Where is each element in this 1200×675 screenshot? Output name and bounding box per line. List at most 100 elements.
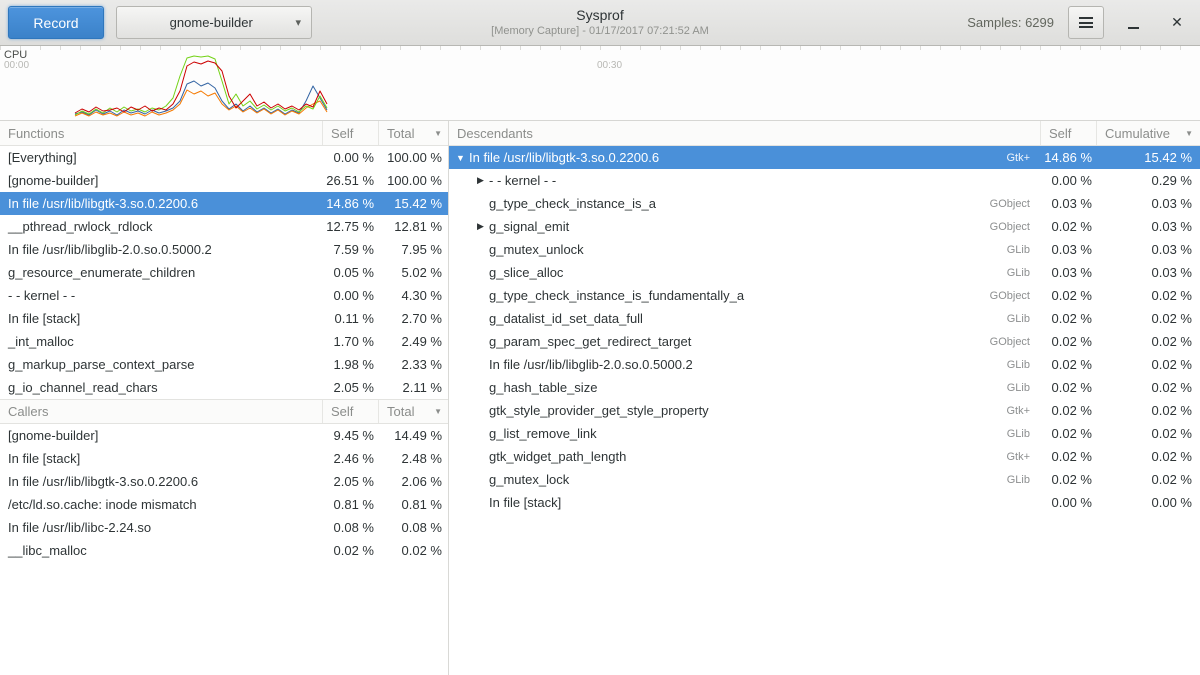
process-selector[interactable]: gnome-builder ▾	[116, 6, 312, 39]
caller-row[interactable]: __libc_malloc 0.02 % 0.02 %	[0, 539, 448, 562]
cumulative-percent: 0.02 %	[1096, 472, 1200, 487]
titlebar: Record gnome-builder ▾ Sysprof [Memory C…	[0, 0, 1200, 46]
function-row[interactable]: _int_malloc 1.70 % 2.49 %	[0, 330, 448, 353]
descendant-row[interactable]: ▶ g_signal_emit GObject 0.02 % 0.03 %	[449, 215, 1200, 238]
function-name: - - kernel - -	[0, 288, 322, 303]
descendant-row[interactable]: gtk_widget_path_length Gtk+ 0.02 % 0.02 …	[449, 445, 1200, 468]
descendant-name: g_list_remove_link	[487, 426, 1007, 441]
self-percent: 0.11 %	[322, 311, 378, 326]
function-name: g_io_channel_read_chars	[0, 380, 322, 395]
caller-row[interactable]: In file /usr/lib/libc-2.24.so 0.08 % 0.0…	[0, 516, 448, 539]
self-percent: 2.46 %	[322, 451, 378, 466]
cumulative-percent: 0.00 %	[1096, 495, 1200, 510]
descendant-name: gtk_style_provider_get_style_property	[487, 403, 1006, 418]
column-header-self[interactable]: Self	[322, 400, 378, 423]
descendant-row[interactable]: gtk_style_provider_get_style_property Gt…	[449, 399, 1200, 422]
column-header-total-label: Total	[387, 404, 414, 419]
total-percent: 2.33 %	[378, 357, 448, 372]
caller-row[interactable]: /etc/ld.so.cache: inode mismatch 0.81 % …	[0, 493, 448, 516]
descendant-row[interactable]: ▶ - - kernel - - 0.00 % 0.29 %	[449, 169, 1200, 192]
functions-table: [Everything] 0.00 % 100.00 % [gnome-buil…	[0, 146, 448, 399]
self-percent: 0.03 %	[1040, 196, 1096, 211]
hamburger-icon	[1079, 17, 1093, 28]
expander-icon[interactable]: ▶	[474, 221, 487, 232]
column-header-cumulative-label: Cumulative	[1105, 126, 1170, 141]
function-row[interactable]: g_resource_enumerate_children 0.05 % 5.0…	[0, 261, 448, 284]
library-badge: GObject	[990, 336, 1040, 348]
descendant-row[interactable]: g_mutex_lock GLib 0.02 % 0.02 %	[449, 468, 1200, 491]
caller-row[interactable]: In file /usr/lib/libgtk-3.so.0.2200.6 2.…	[0, 470, 448, 493]
self-percent: 2.05 %	[322, 474, 378, 489]
column-header-callers[interactable]: Callers	[0, 400, 322, 423]
function-row[interactable]: In file /usr/lib/libglib-2.0.so.0.5000.2…	[0, 238, 448, 261]
descendant-row[interactable]: g_hash_table_size GLib 0.02 % 0.02 %	[449, 376, 1200, 399]
column-header-self[interactable]: Self	[322, 121, 378, 145]
descendant-name: - - kernel - -	[487, 173, 1030, 188]
function-row[interactable]: g_io_channel_read_chars 2.05 % 2.11 %	[0, 376, 448, 399]
self-percent: 14.86 %	[322, 196, 378, 211]
caller-row[interactable]: In file [stack] 2.46 % 2.48 %	[0, 447, 448, 470]
descendant-name: In file /usr/lib/libglib-2.0.so.0.5000.2	[487, 357, 1007, 372]
column-header-functions[interactable]: Functions	[0, 121, 322, 145]
descendant-row[interactable]: g_type_check_instance_is_a GObject 0.03 …	[449, 192, 1200, 215]
callers-table-header: Callers Self Total ▼	[0, 399, 448, 424]
descendant-row[interactable]: ▼ In file /usr/lib/libgtk-3.so.0.2200.6 …	[449, 146, 1200, 169]
caller-name: In file [stack]	[0, 451, 322, 466]
caller-row[interactable]: [gnome-builder] 9.45 % 14.49 %	[0, 424, 448, 447]
cpu-timeline[interactable]: CPU 00:00 00:30	[0, 46, 1200, 121]
menu-button[interactable]	[1068, 6, 1104, 39]
library-badge: GLib	[1007, 474, 1040, 486]
functions-table-header: Functions Self Total ▼	[0, 121, 448, 146]
record-button[interactable]: Record	[8, 6, 104, 39]
cumulative-percent: 0.02 %	[1096, 426, 1200, 441]
descendant-row[interactable]: g_list_remove_link GLib 0.02 % 0.02 %	[449, 422, 1200, 445]
minimize-button[interactable]	[1118, 8, 1148, 38]
descendant-name: g_type_check_instance_is_fundamentally_a	[487, 288, 990, 303]
function-row[interactable]: __pthread_rwlock_rdlock 12.75 % 12.81 %	[0, 215, 448, 238]
column-header-total[interactable]: Total ▼	[378, 400, 448, 423]
self-percent: 0.02 %	[1040, 380, 1096, 395]
cpu-graph-svg	[0, 46, 1200, 121]
column-header-descendants[interactable]: Descendants	[449, 121, 1040, 145]
sort-indicator-icon: ▼	[434, 129, 442, 138]
expander-icon[interactable]: ▶	[474, 175, 487, 186]
descendant-row[interactable]: g_param_spec_get_redirect_target GObject…	[449, 330, 1200, 353]
library-badge: GLib	[1007, 313, 1040, 325]
close-button[interactable]: ✕	[1162, 8, 1192, 38]
library-badge: GObject	[990, 198, 1040, 210]
total-percent: 2.11 %	[378, 380, 448, 395]
descendant-row[interactable]: In file [stack] 0.00 % 0.00 %	[449, 491, 1200, 514]
function-row[interactable]: g_markup_parse_context_parse 1.98 % 2.33…	[0, 353, 448, 376]
descendant-row[interactable]: In file /usr/lib/libglib-2.0.so.0.5000.2…	[449, 353, 1200, 376]
descendant-row[interactable]: g_mutex_unlock GLib 0.03 % 0.03 %	[449, 238, 1200, 261]
total-percent: 14.49 %	[378, 428, 448, 443]
column-header-total-label: Total	[387, 126, 414, 141]
self-percent: 0.03 %	[1040, 265, 1096, 280]
self-percent: 0.02 %	[1040, 472, 1096, 487]
function-row[interactable]: - - kernel - - 0.00 % 4.30 %	[0, 284, 448, 307]
descendants-table: ▼ In file /usr/lib/libgtk-3.so.0.2200.6 …	[449, 146, 1200, 514]
function-name: __pthread_rwlock_rdlock	[0, 219, 322, 234]
column-header-total[interactable]: Total ▼	[378, 121, 448, 145]
self-percent: 0.02 %	[1040, 334, 1096, 349]
column-header-self[interactable]: Self	[1040, 121, 1096, 145]
cumulative-percent: 0.03 %	[1096, 242, 1200, 257]
library-badge: GObject	[990, 290, 1040, 302]
library-badge: GLib	[1007, 267, 1040, 279]
self-percent: 0.05 %	[322, 265, 378, 280]
descendant-name: g_hash_table_size	[487, 380, 1007, 395]
total-percent: 100.00 %	[378, 173, 448, 188]
descendant-row[interactable]: g_slice_alloc GLib 0.03 % 0.03 %	[449, 261, 1200, 284]
column-header-cumulative[interactable]: Cumulative ▼	[1096, 121, 1200, 145]
sort-indicator-icon: ▼	[1185, 129, 1193, 138]
function-row[interactable]: In file /usr/lib/libgtk-3.so.0.2200.6 14…	[0, 192, 448, 215]
descendant-row[interactable]: g_datalist_id_set_data_full GLib 0.02 % …	[449, 307, 1200, 330]
expander-icon[interactable]: ▼	[454, 153, 467, 163]
descendant-row[interactable]: g_type_check_instance_is_fundamentally_a…	[449, 284, 1200, 307]
function-row[interactable]: [Everything] 0.00 % 100.00 %	[0, 146, 448, 169]
function-row[interactable]: In file [stack] 0.11 % 2.70 %	[0, 307, 448, 330]
self-percent: 0.00 %	[1040, 495, 1096, 510]
function-row[interactable]: [gnome-builder] 26.51 % 100.00 %	[0, 169, 448, 192]
self-percent: 0.00 %	[322, 288, 378, 303]
descendant-name: g_type_check_instance_is_a	[487, 196, 990, 211]
